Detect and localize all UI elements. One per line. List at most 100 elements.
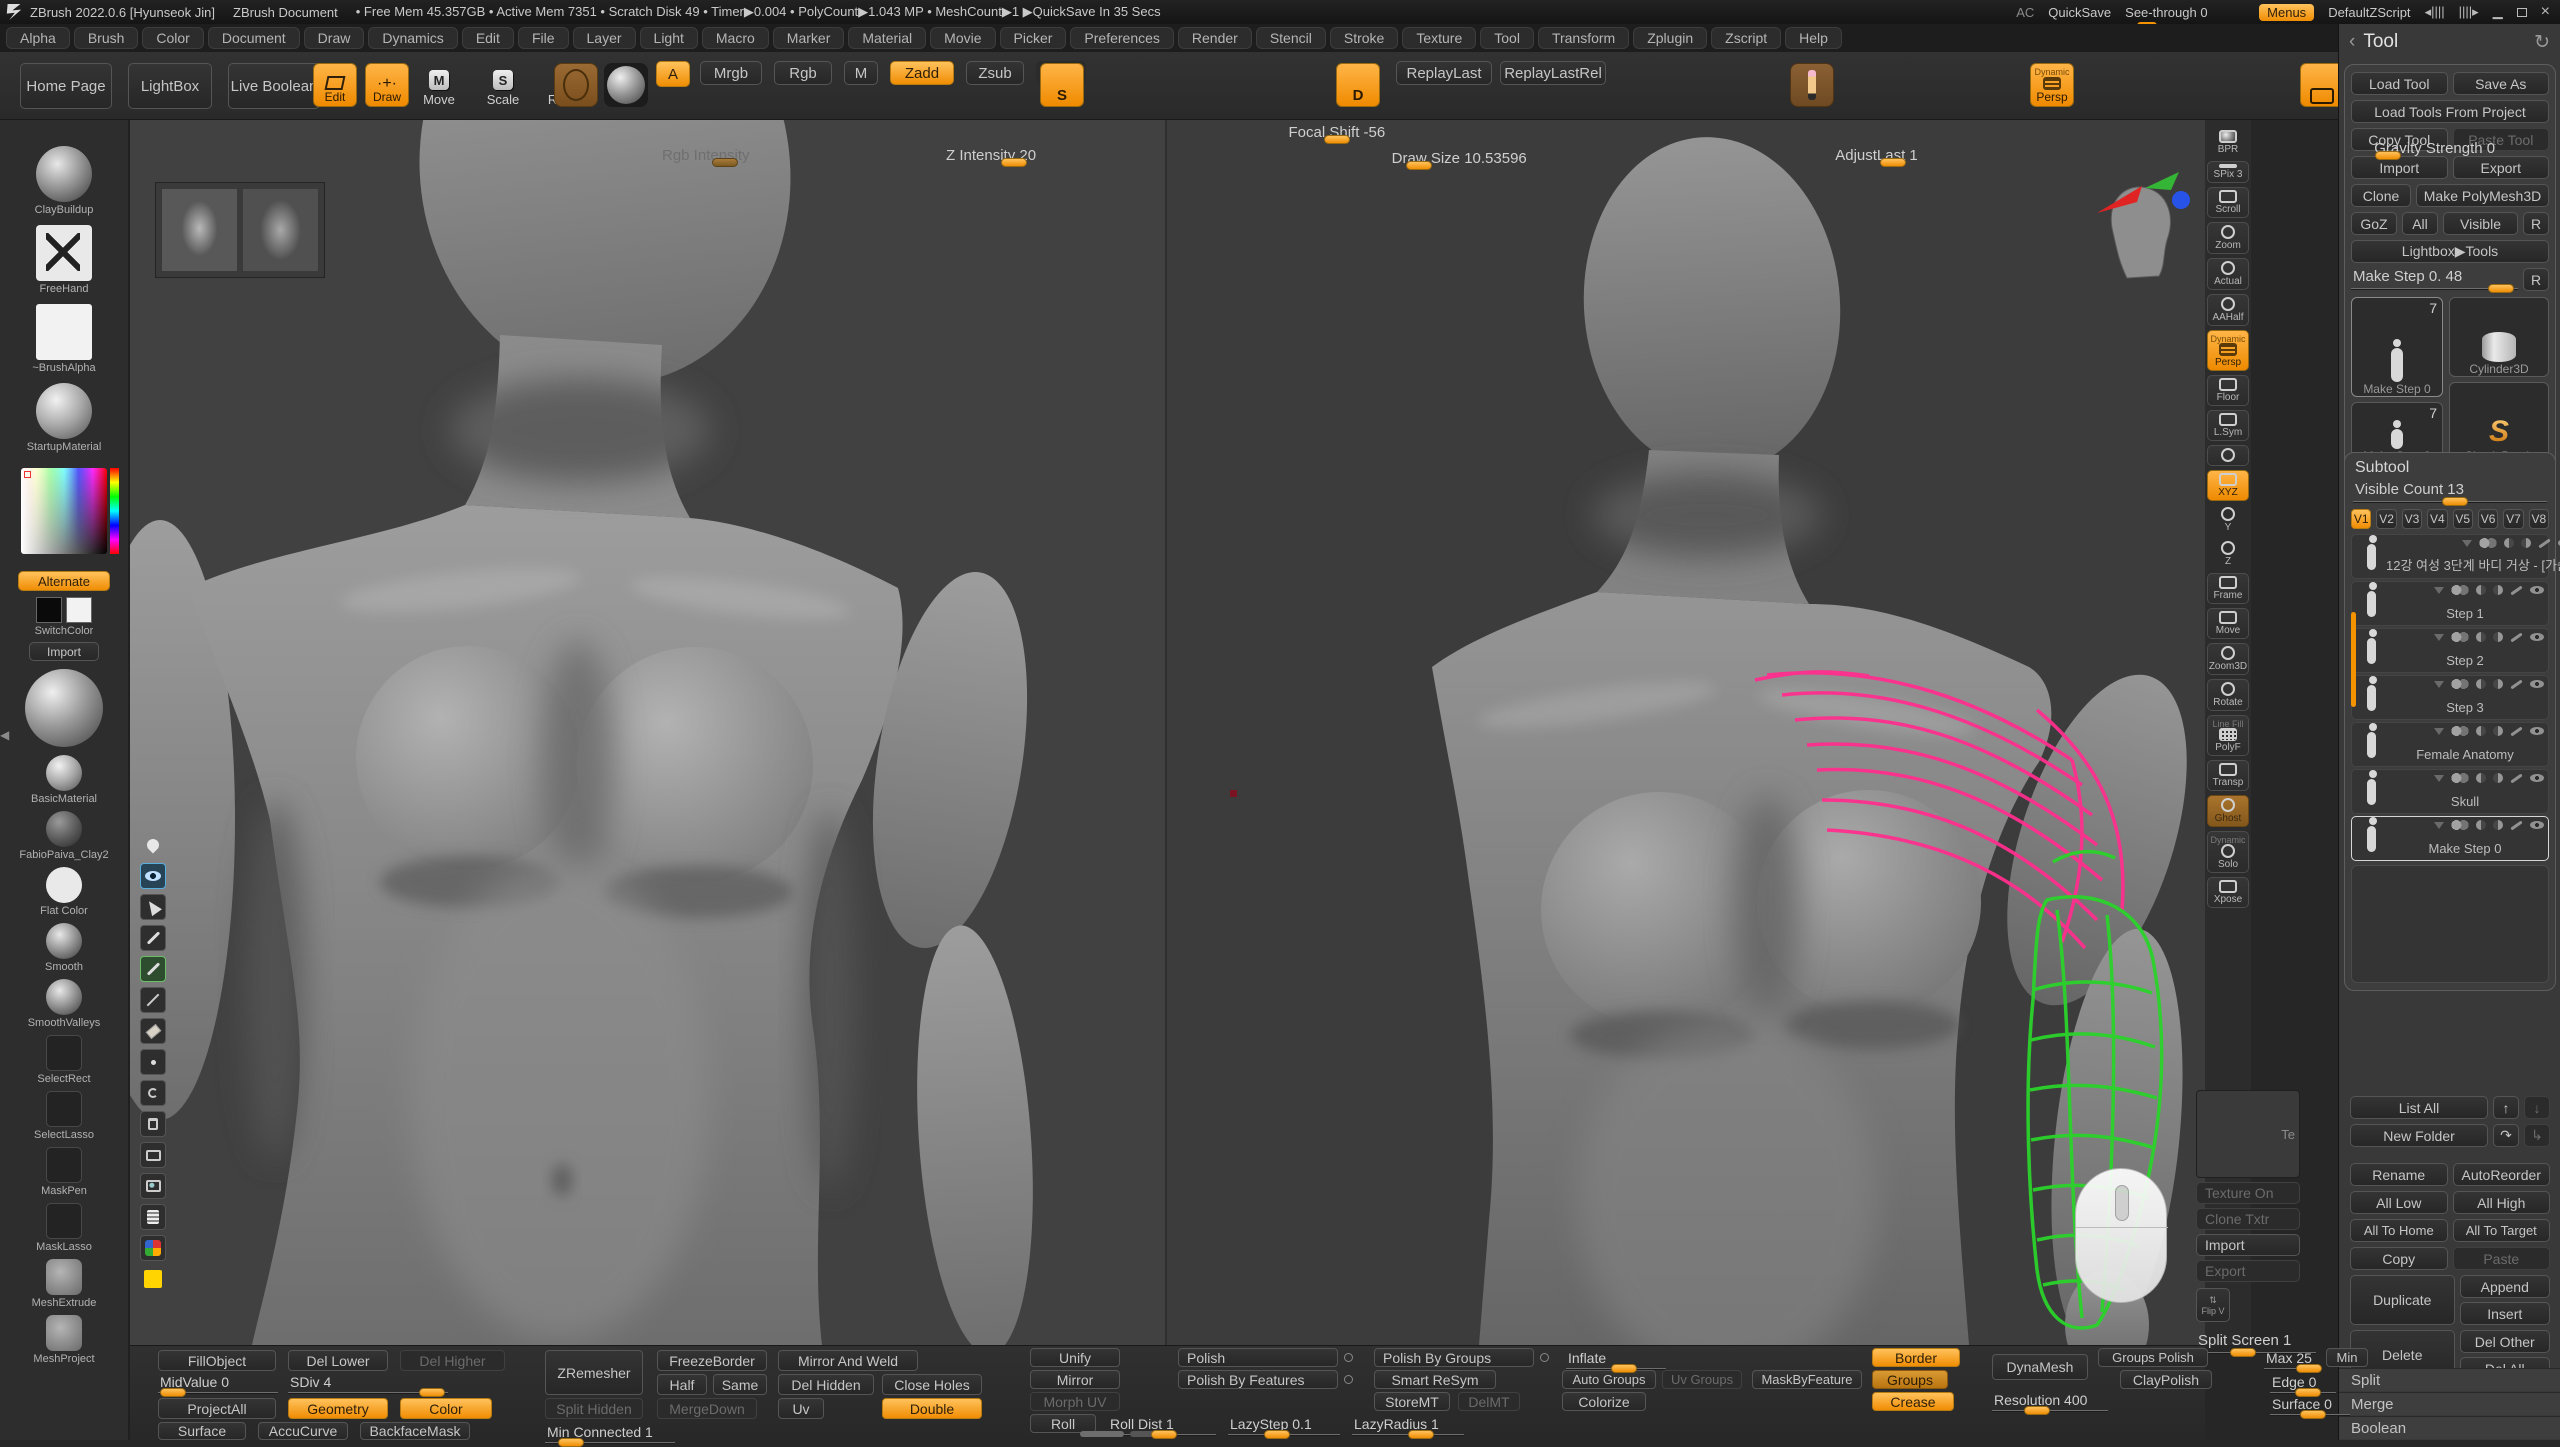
mid-value-slider[interactable]: MidValue 0 — [158, 1374, 278, 1394]
store-mt-button[interactable]: StoreMT — [1374, 1392, 1450, 1411]
trash-icon[interactable] — [140, 1111, 166, 1137]
right-shelf-button[interactable]: Zoom — [2207, 222, 2249, 254]
surface-slider[interactable]: Surface 0 — [2270, 1396, 2350, 1416]
move-mode-button[interactable]: MMove — [418, 63, 460, 107]
right-shelf-button[interactable]: Zoom3D — [2207, 643, 2249, 675]
polypaint-icon[interactable] — [2451, 585, 2469, 595]
move-into-button[interactable]: ↳ — [2524, 1124, 2550, 1147]
right-shelf-button[interactable]: Y — [2207, 505, 2249, 535]
adjust-last-slider[interactable]: AdjustLast 1 — [1833, 147, 1918, 164]
texture-export-button[interactable]: Export — [2196, 1260, 2300, 1282]
subtool-item[interactable]: Female Anatomy — [2351, 722, 2549, 767]
texture-on-button[interactable]: Texture On — [2196, 1182, 2300, 1204]
make-polymesh3d-button[interactable]: Make PolyMesh3D — [2416, 184, 2549, 207]
split-hidden-button[interactable]: Split Hidden — [545, 1398, 643, 1419]
reorder-arrow-icon[interactable] — [2434, 775, 2444, 782]
select-cursor-icon[interactable] — [140, 894, 166, 920]
clay-polish-button[interactable]: ClayPolish — [2120, 1370, 2212, 1389]
version-tab[interactable]: V2 — [2376, 509, 2396, 529]
right-shelf-button[interactable]: L.Sym — [2207, 410, 2249, 441]
polypaint-icon[interactable] — [2451, 632, 2469, 642]
right-shelf-button[interactable]: Frame — [2207, 573, 2249, 604]
all-to-target-button[interactable]: All To Target — [2453, 1219, 2551, 1242]
right-tray-toggle-icon[interactable]: ||||▸ — [2459, 4, 2479, 20]
clone-button[interactable]: Clone — [2351, 184, 2411, 207]
geometry-section-button[interactable]: Geometry — [288, 1398, 388, 1419]
polypaint-icon[interactable] — [2451, 679, 2469, 689]
move-up-button[interactable]: ↑ — [2493, 1096, 2519, 1119]
load-tool-button[interactable]: Load Tool — [2351, 72, 2448, 95]
tray-brush-item[interactable]: ClayBuildup — [35, 146, 94, 216]
menu-item[interactable]: Movie — [930, 27, 995, 49]
shade-contrast-icon[interactable] — [2493, 632, 2503, 642]
gravity-direction-button[interactable] — [1790, 63, 1834, 107]
subtool-item[interactable]: Skull — [2351, 769, 2549, 814]
rename-button[interactable]: Rename — [2350, 1163, 2448, 1186]
close-button[interactable]: × — [2541, 3, 2550, 21]
groups-polish-button[interactable]: Groups Polish — [2098, 1348, 2208, 1367]
goz-all-button[interactable]: All — [2402, 212, 2438, 235]
goz-button[interactable]: GoZ — [2351, 212, 2397, 235]
subtool-paste-button[interactable]: Paste — [2453, 1247, 2551, 1270]
visibility-eye-icon[interactable] — [2530, 633, 2544, 641]
right-shelf-button[interactable]: Rotate — [2207, 679, 2249, 711]
document-thumbnails[interactable] — [155, 182, 325, 278]
switch-color-swatches[interactable] — [36, 597, 92, 623]
subtool-item[interactable]: Step 1 — [2351, 581, 2549, 626]
uv-button[interactable]: Uv — [778, 1398, 824, 1419]
merge-section-header[interactable]: Merge — [2339, 1392, 2560, 1415]
tray-brush-item[interactable]: StartupMaterial — [27, 383, 102, 453]
undo-icon[interactable] — [140, 1080, 166, 1106]
reorder-arrow-icon[interactable] — [2434, 634, 2444, 641]
polypaint-icon[interactable] — [2451, 820, 2469, 830]
version-tab[interactable]: V8 — [2529, 509, 2549, 529]
subtool-scroll-indicator[interactable] — [2351, 612, 2356, 707]
subtool-item[interactable]: 12강 여성 3단계 바디 거상 - [가슴] — [2351, 534, 2549, 579]
shade-contrast-icon[interactable] — [2493, 726, 2503, 736]
brush-toggle-icon[interactable] — [2510, 820, 2522, 830]
shade-half-icon[interactable] — [2476, 679, 2486, 689]
lazy-radius-slider[interactable]: LazyRadius 1 — [1352, 1416, 1464, 1436]
shade-half-icon[interactable] — [2476, 820, 2486, 830]
move-down-button[interactable]: ↓ — [2524, 1096, 2550, 1119]
color-grid-icon[interactable] — [140, 1235, 166, 1261]
home-page-button[interactable]: Home Page — [20, 63, 112, 109]
tray-collapse-arrow[interactable]: ◀ — [0, 728, 9, 742]
polish-by-groups-radio[interactable] — [1540, 1353, 1549, 1362]
mirror-and-weld-button[interactable]: Mirror And Weld — [778, 1350, 918, 1371]
right-shelf-button[interactable]: Move — [2207, 608, 2249, 639]
live-boolean-button[interactable]: Live Boolean — [228, 63, 320, 109]
menu-item[interactable]: Stencil — [1256, 27, 1326, 49]
visibility-eye-icon[interactable] — [2530, 586, 2544, 594]
line-tool-icon[interactable] — [140, 987, 166, 1013]
version-tab[interactable]: V6 — [2478, 509, 2498, 529]
colorize-button[interactable]: Colorize — [1562, 1392, 1646, 1411]
texture-import-button[interactable]: Import — [2196, 1234, 2300, 1256]
sdiv-slider[interactable]: SDiv 4 — [288, 1374, 448, 1394]
menu-item[interactable]: Brush — [74, 27, 139, 49]
all-high-button[interactable]: All High — [2453, 1191, 2551, 1214]
visibility-eye-icon[interactable] — [140, 863, 166, 889]
make-step-slider[interactable]: Make Step 0. 48 — [2351, 268, 2518, 290]
menu-item[interactable]: Draw — [304, 27, 365, 49]
menu-item[interactable]: Transform — [1538, 27, 1629, 49]
list-all-button[interactable]: List All — [2350, 1096, 2488, 1119]
right-shelf-button[interactable]: BPR — [2207, 128, 2249, 157]
reorder-arrow-icon[interactable] — [2434, 822, 2444, 829]
menu-item[interactable]: Layer — [573, 27, 636, 49]
surface-button[interactable]: Surface — [158, 1422, 246, 1440]
menu-item[interactable]: Document — [208, 27, 300, 49]
polypaint-icon[interactable] — [2451, 773, 2469, 783]
palette-refresh-icon[interactable]: ↻ — [2534, 31, 2550, 54]
left-tray-toggle-icon[interactable]: ◂|||| — [2425, 4, 2445, 20]
dynamesh-button[interactable]: DynaMesh — [1992, 1354, 2088, 1380]
all-to-home-button[interactable]: All To Home — [2350, 1219, 2448, 1242]
shade-contrast-icon[interactable] — [2493, 679, 2503, 689]
move-out-button[interactable]: ↷ — [2493, 1124, 2519, 1147]
min-button[interactable]: Min — [2326, 1348, 2368, 1367]
tray-material-item[interactable]: Smooth — [45, 923, 83, 973]
current-material-button[interactable] — [604, 63, 648, 107]
unify-button[interactable]: Unify — [1030, 1348, 1120, 1367]
camera-orientation-gizmo[interactable] — [2067, 158, 2197, 318]
rgb-button[interactable]: Rgb — [774, 61, 832, 85]
